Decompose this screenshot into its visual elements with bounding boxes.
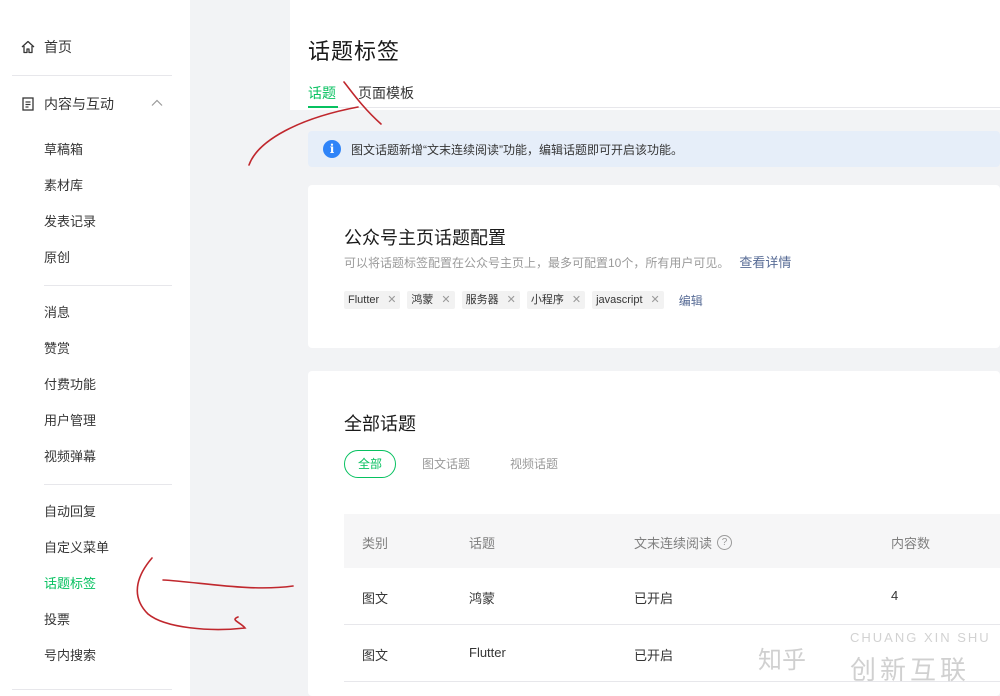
- card-title: 公众号主页话题配置: [344, 228, 506, 248]
- table-header: 类别 话题 文末连续阅读? 内容数: [344, 514, 1000, 568]
- cell-topic: 鸿蒙: [469, 591, 496, 606]
- column-header-count: 内容数: [891, 533, 930, 552]
- notice-banner: i 图文话题新增“文末连续阅读”功能，编辑话题即可开启该功能。: [308, 131, 1000, 167]
- sidebar-item-vote[interactable]: 投票: [44, 611, 70, 629]
- column-label: 话题: [469, 536, 496, 551]
- sidebar-item-publish-log[interactable]: 发表记录: [44, 213, 96, 231]
- cell-topic: Flutter: [469, 645, 506, 660]
- sidebar-group-label: 内容与互动: [44, 96, 114, 112]
- tag-chip: javascript ✕: [592, 291, 664, 309]
- tag-label: 服务器: [465, 294, 499, 306]
- tag-label: Flutter: [348, 294, 380, 306]
- chevron-up-icon[interactable]: [150, 96, 164, 110]
- sidebar-item-home[interactable]: 首页: [20, 37, 72, 57]
- close-icon[interactable]: ✕: [507, 291, 516, 309]
- cell-continuous-read: 已开启: [634, 648, 674, 663]
- tag-label: 鸿蒙: [411, 294, 434, 306]
- divider: [308, 107, 1000, 108]
- close-icon[interactable]: ✕: [387, 291, 396, 309]
- watermark-subtext: CHUANG XIN SHU: [850, 630, 991, 645]
- divider: [12, 689, 172, 690]
- cell-continuous-read: 已开启: [634, 591, 674, 606]
- card-subtitle: 可以将话题标签配置在公众号主页上，最多可配置10个，所有用户可见。 查看详情: [344, 252, 791, 271]
- sidebar-item-drafts[interactable]: 草稿箱: [44, 141, 83, 159]
- table-row[interactable]: 图文 鸿蒙 已开启 4: [344, 568, 1000, 625]
- sidebar-item-users[interactable]: 用户管理: [44, 412, 96, 430]
- cell-count: 4: [891, 588, 899, 603]
- view-details-link[interactable]: 查看详情: [739, 255, 791, 270]
- notice-text: 图文话题新增“文末连续阅读”功能，编辑话题即可开启该功能。: [351, 142, 683, 157]
- edit-tags-link[interactable]: 编辑: [679, 292, 703, 309]
- close-icon[interactable]: ✕: [572, 291, 581, 309]
- tag-chip: 服务器 ✕: [461, 291, 520, 309]
- sidebar-item-auto-reply[interactable]: 自动回复: [44, 503, 96, 521]
- watermark-text: 知乎: [758, 647, 806, 674]
- sidebar: 首页 内容与互动 草稿箱 素材库 发表记录 原创 消息 赞赏 付费功能 用户管理…: [0, 0, 190, 696]
- sidebar-item-appreciation[interactable]: 赞赏: [44, 340, 70, 358]
- topic-filter: 全部 图文话题 视频话题: [344, 450, 584, 478]
- sidebar-item-search[interactable]: 号内搜索: [44, 647, 96, 665]
- sidebar-item-paid[interactable]: 付费功能: [44, 376, 96, 394]
- tag-label: 小程序: [530, 294, 564, 306]
- tag-chip: Flutter ✕: [344, 291, 401, 309]
- watermark-logo: 创新互联: [850, 655, 971, 685]
- divider: [44, 484, 172, 485]
- sidebar-item-messages[interactable]: 消息: [44, 304, 70, 322]
- info-icon: i: [323, 140, 341, 158]
- divider: [44, 285, 172, 286]
- watermark: 知乎 CHUANG XIN SHU 创新互联: [758, 630, 998, 696]
- homepage-topic-config-card: 公众号主页话题配置 可以将话题标签配置在公众号主页上，最多可配置10个，所有用户…: [308, 185, 1000, 348]
- sidebar-item-danmaku[interactable]: 视频弹幕: [44, 448, 96, 466]
- column-label: 类别: [362, 536, 389, 551]
- cell-category: 图文: [362, 648, 389, 663]
- column-label: 文末连续阅读: [634, 536, 713, 551]
- column-label: 内容数: [891, 536, 931, 551]
- tab-page-template[interactable]: 页面模板: [358, 83, 414, 103]
- cell-category: 图文: [362, 591, 389, 606]
- page-header: 话题标签 话题 页面模板: [290, 0, 1000, 110]
- sidebar-home-label: 首页: [44, 39, 72, 55]
- card-title: 全部话题: [344, 414, 416, 434]
- column-header-category: 类别: [362, 533, 388, 552]
- sidebar-group-content[interactable]: 内容与互动: [20, 94, 166, 114]
- card-subtitle-text: 可以将话题标签配置在公众号主页上，最多可配置10个，所有用户可见。: [344, 256, 730, 270]
- sidebar-item-library[interactable]: 素材库: [44, 177, 83, 195]
- divider: [12, 75, 172, 76]
- tag-list: Flutter ✕ 鸿蒙 ✕ 服务器 ✕ 小程序 ✕ javascript ✕ 编辑: [344, 291, 703, 309]
- sidebar-item-original[interactable]: 原创: [44, 249, 70, 267]
- filter-video[interactable]: 视频话题: [496, 450, 572, 478]
- document-icon: [22, 97, 34, 111]
- filter-all[interactable]: 全部: [344, 450, 397, 478]
- tab-topics[interactable]: 话题: [308, 83, 336, 103]
- tag-label: javascript: [596, 294, 643, 306]
- column-header-topic: 话题: [469, 533, 495, 552]
- home-icon: [21, 40, 35, 54]
- main-content: 话题标签 话题 页面模板 i 图文话题新增“文末连续阅读”功能，编辑话题即可开启…: [290, 0, 1000, 696]
- column-header-continuous-read: 文末连续阅读?: [634, 533, 733, 552]
- active-tab-indicator: [308, 106, 338, 108]
- sidebar-item-custom-menu[interactable]: 自定义菜单: [44, 539, 109, 557]
- filter-article[interactable]: 图文话题: [408, 450, 484, 478]
- close-icon[interactable]: ✕: [651, 291, 660, 309]
- help-icon[interactable]: ?: [717, 535, 733, 550]
- close-icon[interactable]: ✕: [441, 291, 450, 309]
- tag-chip: 小程序 ✕: [526, 291, 586, 309]
- tag-chip: 鸿蒙 ✕: [407, 291, 455, 309]
- page-title: 话题标签: [308, 39, 401, 64]
- sidebar-item-topic-tags[interactable]: 话题标签: [44, 575, 96, 593]
